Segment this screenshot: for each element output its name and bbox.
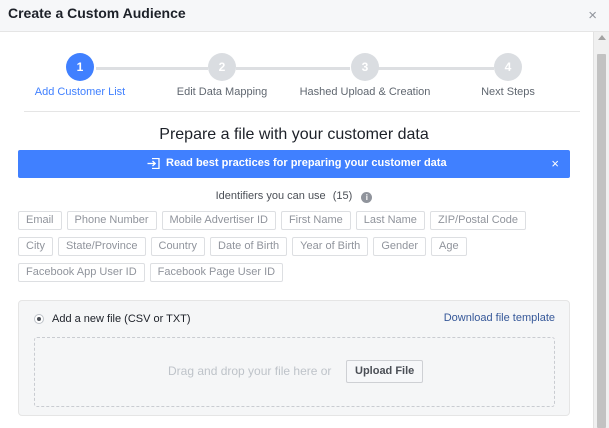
identifiers-label: Identifiers you can use bbox=[215, 190, 326, 202]
best-practices-link[interactable]: Read best practices for preparing your c… bbox=[166, 157, 447, 169]
add-new-file-label[interactable]: Add a new file (CSV or TXT) bbox=[52, 313, 191, 325]
identifier-tag: Country bbox=[150, 237, 206, 256]
best-practices-banner[interactable]: Read best practices for preparing your c… bbox=[18, 150, 570, 178]
sign-in-icon bbox=[147, 158, 160, 169]
identifier-tag: Date of Birth bbox=[210, 237, 288, 256]
step-number-badge: 3 bbox=[351, 53, 379, 81]
identifier-tag: Gender bbox=[373, 237, 427, 256]
identifiers-count: (15) bbox=[332, 190, 353, 202]
identifier-tag: Facebook App User ID bbox=[18, 263, 145, 282]
identifier-tag-row: City State/Province Country Date of Birt… bbox=[18, 237, 467, 256]
dialog-title: Create a Custom Audience bbox=[8, 5, 186, 21]
identifier-tag-row: Email Phone Number Mobile Advertiser ID … bbox=[18, 211, 527, 230]
section-divider bbox=[24, 111, 580, 112]
identifier-tag: Phone Number bbox=[66, 211, 157, 230]
section-title: Prepare a file with your customer data bbox=[159, 126, 429, 143]
dialog-header: Create a Custom Audience × bbox=[0, 0, 609, 32]
step-number-badge: 2 bbox=[208, 53, 236, 81]
step-label: Hashed Upload & Creation bbox=[299, 86, 431, 98]
step-label: Next Steps bbox=[481, 86, 535, 98]
identifier-tag: ZIP/Postal Code bbox=[429, 211, 527, 230]
step-label: Edit Data Mapping bbox=[176, 86, 268, 98]
identifier-tag: City bbox=[18, 237, 53, 256]
step-number-badge: 1 bbox=[66, 53, 94, 81]
step-next-steps[interactable]: 4 Next Steps bbox=[428, 52, 588, 98]
identifiers-header: Identifiers you can use (15) i bbox=[0, 190, 588, 203]
identifier-tag: Year of Birth bbox=[292, 237, 369, 256]
scroll-up-arrow-icon[interactable] bbox=[598, 35, 606, 40]
step-edit-data-mapping[interactable]: 2 Edit Data Mapping bbox=[142, 52, 302, 98]
progress-stepper: 1 Add Customer List 2 Edit Data Mapping … bbox=[0, 52, 592, 112]
add-new-file-radio[interactable] bbox=[34, 314, 44, 324]
identifier-tag: First Name bbox=[280, 211, 351, 230]
step-number-badge: 4 bbox=[494, 53, 522, 81]
upload-file-button[interactable]: Upload File bbox=[346, 360, 424, 383]
info-icon[interactable]: i bbox=[361, 192, 373, 203]
close-banner-icon[interactable]: × bbox=[551, 156, 559, 171]
vertical-scrollbar[interactable] bbox=[593, 32, 609, 428]
identifier-tag: Last Name bbox=[355, 211, 425, 230]
dropzone-text: Drag and drop your file here or bbox=[168, 364, 332, 378]
step-label: Add Customer List bbox=[34, 86, 126, 98]
identifier-tag: Facebook Page User ID bbox=[149, 263, 284, 282]
identifier-tag: State/Province bbox=[57, 237, 146, 256]
identifier-tag: Age bbox=[431, 237, 467, 256]
upload-panel: Add a new file (CSV or TXT) Download fil… bbox=[18, 300, 570, 416]
step-add-customer-list[interactable]: 1 Add Customer List bbox=[0, 52, 160, 98]
identifier-tag: Mobile Advertiser ID bbox=[161, 211, 276, 230]
file-dropzone[interactable]: Drag and drop your file here or Upload F… bbox=[34, 337, 555, 407]
scrollbar-thumb[interactable] bbox=[597, 54, 606, 428]
close-dialog-icon[interactable]: × bbox=[588, 7, 597, 24]
identifier-tag: Email bbox=[18, 211, 62, 230]
identifier-tag-row: Facebook App User ID Facebook Page User … bbox=[18, 263, 284, 282]
download-template-link[interactable]: Download file template bbox=[444, 312, 555, 324]
step-hashed-upload-creation[interactable]: 3 Hashed Upload & Creation bbox=[285, 52, 445, 98]
